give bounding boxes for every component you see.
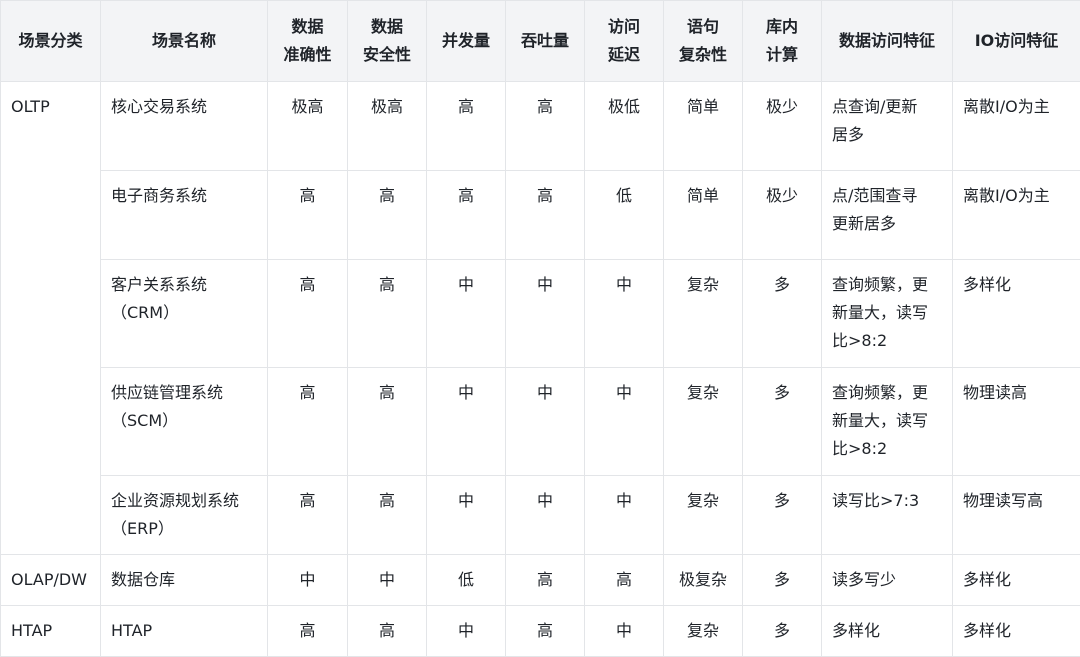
data-access-cell: 读多写少 (822, 555, 953, 606)
concurrency-cell: 中 (427, 260, 506, 368)
scenario-name-cell: HTAP (101, 606, 268, 657)
throughput-cell: 高 (506, 555, 585, 606)
io-access-cell: 物理读写高 (953, 476, 1080, 555)
header-scenario-name: 场景名称 (101, 1, 268, 82)
io-access-cell: 多样化 (953, 606, 1080, 657)
compute-cell: 多 (743, 260, 822, 368)
io-access-cell: 离散I/O为主 (953, 171, 1080, 260)
concurrency-cell: 中 (427, 606, 506, 657)
table-row: OLTP 核心交易系统 极高 极高 高 高 极低 简单 极少 点查询/更新居多 … (1, 82, 1080, 171)
compute-cell: 多 (743, 555, 822, 606)
header-throughput: 吞吐量 (506, 1, 585, 82)
scenario-name-cell: 企业资源规划系统（ERP） (101, 476, 268, 555)
security-cell: 高 (348, 476, 427, 555)
latency-cell: 中 (585, 260, 664, 368)
table-row: 客户关系系统（CRM） 高 高 中 中 中 复杂 多 查询频繁，更新量大，读写比… (1, 260, 1080, 368)
concurrency-cell: 低 (427, 555, 506, 606)
header-statement-complexity: 语句复杂性 (664, 1, 743, 82)
throughput-cell: 中 (506, 476, 585, 555)
accuracy-cell: 高 (268, 476, 348, 555)
header-io-access-pattern: IO访问特征 (953, 1, 1080, 82)
accuracy-cell: 高 (268, 606, 348, 657)
compute-cell: 多 (743, 476, 822, 555)
table-row: HTAP HTAP 高 高 中 高 中 复杂 多 多样化 多样化 (1, 606, 1080, 657)
security-cell: 高 (348, 368, 427, 476)
security-cell: 高 (348, 171, 427, 260)
accuracy-cell: 高 (268, 171, 348, 260)
security-cell: 高 (348, 260, 427, 368)
io-access-cell: 多样化 (953, 260, 1080, 368)
complexity-cell: 极复杂 (664, 555, 743, 606)
latency-cell: 高 (585, 555, 664, 606)
complexity-cell: 复杂 (664, 476, 743, 555)
complexity-cell: 简单 (664, 82, 743, 171)
category-cell-oltp: OLTP (1, 82, 101, 555)
io-access-cell: 物理读高 (953, 368, 1080, 476)
throughput-cell: 中 (506, 368, 585, 476)
io-access-cell: 多样化 (953, 555, 1080, 606)
data-access-cell: 查询频繁，更新量大，读写比>8:2 (822, 260, 953, 368)
scenario-name-cell: 数据仓库 (101, 555, 268, 606)
category-cell-htap: HTAP (1, 606, 101, 657)
latency-cell: 极低 (585, 82, 664, 171)
table-row: 供应链管理系统（SCM） 高 高 中 中 中 复杂 多 查询频繁，更新量大，读写… (1, 368, 1080, 476)
complexity-cell: 简单 (664, 171, 743, 260)
header-data-security: 数据安全性 (348, 1, 427, 82)
security-cell: 中 (348, 555, 427, 606)
scenario-name-cell: 电子商务系统 (101, 171, 268, 260)
accuracy-cell: 中 (268, 555, 348, 606)
throughput-cell: 高 (506, 171, 585, 260)
compute-cell: 极少 (743, 82, 822, 171)
table-row: 企业资源规划系统（ERP） 高 高 中 中 中 复杂 多 读写比>7:3 物理读… (1, 476, 1080, 555)
data-access-cell: 读写比>7:3 (822, 476, 953, 555)
concurrency-cell: 中 (427, 476, 506, 555)
latency-cell: 中 (585, 368, 664, 476)
header-in-db-compute: 库内计算 (743, 1, 822, 82)
category-cell-olap: OLAP/DW (1, 555, 101, 606)
scenario-name-cell: 供应链管理系统（SCM） (101, 368, 268, 476)
accuracy-cell: 高 (268, 260, 348, 368)
compute-cell: 多 (743, 368, 822, 476)
header-concurrency: 并发量 (427, 1, 506, 82)
concurrency-cell: 高 (427, 171, 506, 260)
complexity-cell: 复杂 (664, 260, 743, 368)
concurrency-cell: 中 (427, 368, 506, 476)
table-row: 电子商务系统 高 高 高 高 低 简单 极少 点/范围查寻更新居多 离散I/O为… (1, 171, 1080, 260)
accuracy-cell: 高 (268, 368, 348, 476)
throughput-cell: 高 (506, 606, 585, 657)
data-access-cell: 查询频繁，更新量大，读写比>8:2 (822, 368, 953, 476)
header-data-access-pattern: 数据访问特征 (822, 1, 953, 82)
latency-cell: 中 (585, 606, 664, 657)
complexity-cell: 复杂 (664, 368, 743, 476)
compute-cell: 多 (743, 606, 822, 657)
scenario-name-cell: 客户关系系统（CRM） (101, 260, 268, 368)
header-scenario-category: 场景分类 (1, 1, 101, 82)
throughput-cell: 中 (506, 260, 585, 368)
throughput-cell: 高 (506, 82, 585, 171)
table-header-row: 场景分类 场景名称 数据准确性 数据安全性 并发量 吞吐量 访问延迟 语句复杂性… (1, 1, 1080, 82)
io-access-cell: 离散I/O为主 (953, 82, 1080, 171)
concurrency-cell: 高 (427, 82, 506, 171)
complexity-cell: 复杂 (664, 606, 743, 657)
data-access-cell: 点/范围查寻更新居多 (822, 171, 953, 260)
data-access-cell: 多样化 (822, 606, 953, 657)
table-row: OLAP/DW 数据仓库 中 中 低 高 高 极复杂 多 读多写少 多样化 (1, 555, 1080, 606)
data-access-cell: 点查询/更新居多 (822, 82, 953, 171)
scenario-name-cell: 核心交易系统 (101, 82, 268, 171)
security-cell: 高 (348, 606, 427, 657)
latency-cell: 低 (585, 171, 664, 260)
accuracy-cell: 极高 (268, 82, 348, 171)
header-data-accuracy: 数据准确性 (268, 1, 348, 82)
compute-cell: 极少 (743, 171, 822, 260)
scenario-comparison-table: 场景分类 场景名称 数据准确性 数据安全性 并发量 吞吐量 访问延迟 语句复杂性… (0, 0, 1080, 657)
latency-cell: 中 (585, 476, 664, 555)
header-access-latency: 访问延迟 (585, 1, 664, 82)
security-cell: 极高 (348, 82, 427, 171)
